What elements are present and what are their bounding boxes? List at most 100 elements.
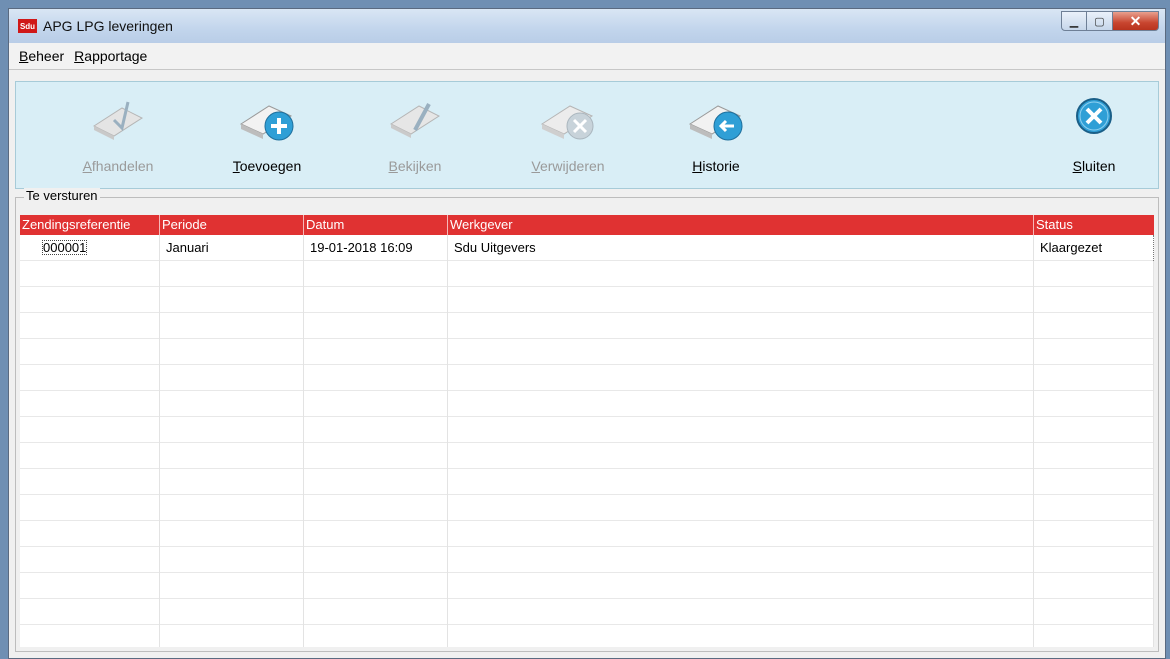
empty-cell xyxy=(160,339,304,365)
afhandelen-button[interactable]: Afhandelen xyxy=(58,88,178,174)
empty-table-row xyxy=(20,625,1154,647)
historie-label-rest: istorie xyxy=(702,158,740,174)
table-row[interactable]: 000001 Januari 19-01-2018 16:09 Sdu Uitg… xyxy=(20,235,1154,261)
empty-cell xyxy=(448,573,1034,599)
empty-table-row xyxy=(20,521,1154,547)
empty-cell xyxy=(160,625,304,647)
history-document-icon xyxy=(686,88,746,146)
column-header-werkgever[interactable]: Werkgever xyxy=(448,215,1034,235)
empty-cell xyxy=(1034,625,1154,647)
empty-table-row xyxy=(20,547,1154,573)
empty-cell xyxy=(20,313,160,339)
empty-table-row xyxy=(20,417,1154,443)
empty-cell xyxy=(160,469,304,495)
afhandelen-accel: A xyxy=(82,158,92,174)
empty-cell xyxy=(1034,261,1154,287)
empty-cell xyxy=(1034,287,1154,313)
empty-cell xyxy=(20,573,160,599)
empty-cell xyxy=(20,339,160,365)
empty-cell xyxy=(1034,313,1154,339)
historie-label: Historie xyxy=(656,158,776,174)
empty-cell xyxy=(20,365,160,391)
empty-cell xyxy=(160,365,304,391)
empty-cell xyxy=(304,495,448,521)
empty-cell xyxy=(1034,469,1154,495)
menu-rapportage-label: apportage xyxy=(84,48,148,64)
minimize-button[interactable]: ▁ xyxy=(1061,11,1087,31)
column-header-status[interactable]: Status xyxy=(1034,215,1154,235)
window-controls: ▁ ▢ ✕ xyxy=(1061,11,1159,31)
empty-cell xyxy=(20,417,160,443)
data-grid[interactable]: Zendingsreferentie Periode Datum Werkgev… xyxy=(20,215,1154,647)
window-title: APG LPG leveringen xyxy=(43,18,173,34)
bekijken-button[interactable]: Bekijken xyxy=(355,88,475,174)
empty-cell xyxy=(448,417,1034,443)
empty-cell xyxy=(304,599,448,625)
empty-table-row xyxy=(20,573,1154,599)
empty-cell xyxy=(448,599,1034,625)
empty-cell xyxy=(1034,417,1154,443)
empty-cell xyxy=(20,391,160,417)
empty-cell xyxy=(304,625,448,647)
empty-cell xyxy=(1034,339,1154,365)
empty-cell xyxy=(1034,573,1154,599)
delete-document-icon xyxy=(538,88,598,146)
main-window: Sdu APG LPG leveringen ▁ ▢ ✕ Beheer Rapp… xyxy=(8,8,1166,659)
empty-cell xyxy=(160,495,304,521)
empty-cell xyxy=(1034,495,1154,521)
empty-cell xyxy=(448,443,1034,469)
sluiten-label-rest: luiten xyxy=(1081,158,1116,174)
toevoegen-label-rest: oevoegen xyxy=(239,158,302,174)
close-circle-icon xyxy=(1064,88,1124,146)
empty-cell xyxy=(160,287,304,313)
historie-accel: H xyxy=(692,158,703,174)
empty-cell xyxy=(448,287,1034,313)
empty-cell xyxy=(1034,521,1154,547)
empty-cell xyxy=(304,365,448,391)
column-header-zendingsreferentie[interactable]: Zendingsreferentie xyxy=(20,215,160,235)
empty-cell xyxy=(448,313,1034,339)
empty-cell xyxy=(160,573,304,599)
cell-zendingsreferentie-value: 000001 xyxy=(40,238,89,257)
empty-cell xyxy=(160,313,304,339)
menu-beheer-accel: B xyxy=(19,48,29,64)
empty-cell xyxy=(20,469,160,495)
historie-button[interactable]: Historie xyxy=(656,88,776,174)
empty-cell xyxy=(448,495,1034,521)
empty-cell xyxy=(304,573,448,599)
verwijderen-button[interactable]: Verwijderen xyxy=(508,88,628,174)
menu-rapportage-accel: R xyxy=(74,48,85,64)
empty-cell xyxy=(304,339,448,365)
menu-rapportage[interactable]: Rapportage xyxy=(74,48,147,64)
menu-beheer-label: eheer xyxy=(28,48,65,64)
empty-cell xyxy=(448,365,1034,391)
toevoegen-button[interactable]: Toevoegen xyxy=(207,88,327,174)
close-window-button[interactable]: ✕ xyxy=(1113,11,1159,31)
empty-table-row xyxy=(20,391,1154,417)
column-header-periode[interactable]: Periode xyxy=(160,215,304,235)
title-bar[interactable]: Sdu APG LPG leveringen ▁ ▢ ✕ xyxy=(9,9,1165,43)
sluiten-label: Sluiten xyxy=(1034,158,1154,174)
empty-table-row xyxy=(20,313,1154,339)
sluiten-button[interactable]: Sluiten xyxy=(1034,88,1154,174)
toevoegen-accel: T xyxy=(232,158,240,174)
empty-table-row xyxy=(20,365,1154,391)
verwijderen-label: Verwijderen xyxy=(508,158,628,174)
bekijken-label-rest: ekijken xyxy=(397,158,442,174)
column-header-datum[interactable]: Datum xyxy=(304,215,448,235)
empty-cell xyxy=(304,313,448,339)
empty-cell xyxy=(304,261,448,287)
cell-periode: Januari xyxy=(160,235,304,261)
cell-zendingsreferentie: 000001 xyxy=(20,235,160,261)
empty-cell xyxy=(448,391,1034,417)
empty-cell xyxy=(448,547,1034,573)
sluiten-accel: S xyxy=(1072,158,1082,174)
empty-cell xyxy=(20,625,160,647)
empty-cell xyxy=(448,625,1034,647)
empty-cell xyxy=(160,417,304,443)
te-versturen-group: Te versturen Zendingsreferentie Periode … xyxy=(15,188,1159,652)
empty-table-row xyxy=(20,443,1154,469)
maximize-button[interactable]: ▢ xyxy=(1087,11,1113,31)
empty-cell xyxy=(304,417,448,443)
menu-beheer[interactable]: Beheer xyxy=(19,48,64,64)
